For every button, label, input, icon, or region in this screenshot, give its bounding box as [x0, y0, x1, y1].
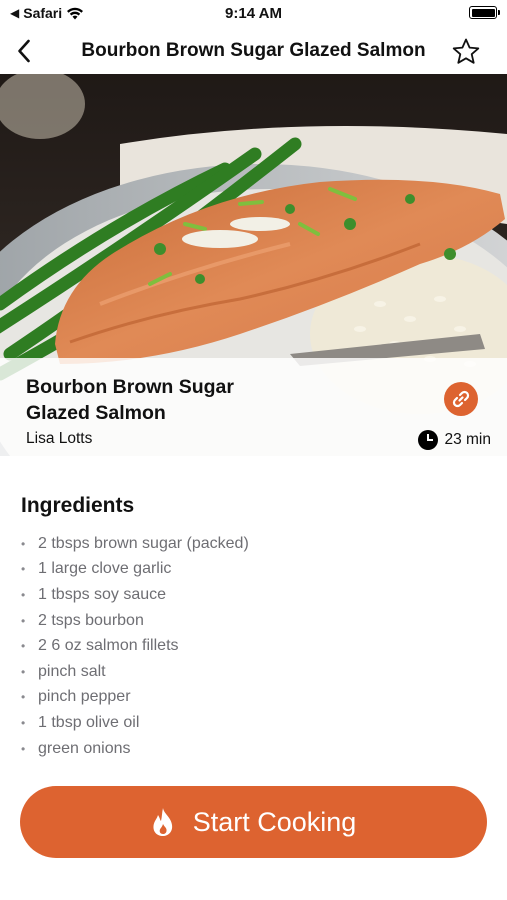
bullet: • — [21, 741, 26, 756]
ingredient-text: 1 tbsp olive oil — [38, 713, 140, 731]
recipe-time-label: 23 min — [444, 431, 491, 448]
ingredient-item: • 1 tbsp olive oil — [21, 710, 249, 736]
ingredient-text: pinch salt — [38, 662, 106, 680]
recipe-title: Bourbon Brown Sugar Glazed Salmon — [26, 376, 234, 424]
status-time: 9:14 AM — [225, 5, 282, 22]
recipe-hero: Bourbon Brown Sugar Glazed Salmon Lisa L… — [0, 74, 507, 456]
clock-icon — [418, 430, 439, 450]
battery-icon — [469, 6, 500, 19]
recipe-link-button[interactable] — [444, 382, 478, 416]
bullet: • — [21, 639, 26, 654]
chevron-left-icon — [18, 39, 30, 63]
start-cooking-label: Start Cooking — [192, 806, 357, 837]
bullet: • — [21, 690, 26, 705]
ingredient-item: • pinch salt — [21, 659, 249, 685]
ingredient-text: 1 tbsps soy sauce — [38, 585, 167, 603]
ingredient-text: 2 6 oz salmon fillets — [38, 637, 179, 655]
recipe-author: Lisa Lotts — [26, 430, 93, 447]
recipe-time: 23 min — [418, 430, 491, 450]
ingredient-item: • green onions — [21, 736, 249, 762]
ingredient-item: • 1 tbsps soy sauce — [21, 582, 249, 608]
back-button[interactable] — [10, 37, 38, 65]
ingredients-heading: Ingredients — [21, 494, 135, 517]
nav-title: Bourbon Brown Sugar Glazed Salmon — [81, 40, 426, 61]
ingredient-item: • 2 tsps bourbon — [21, 608, 249, 634]
start-cooking-button[interactable]: Start Cooking — [20, 786, 487, 858]
star-icon — [452, 38, 480, 64]
ingredient-item: • 2 tbsps brown sugar (packed) — [21, 531, 249, 557]
ingredient-text: 2 tsps bourbon — [38, 611, 144, 629]
bullet: • — [21, 715, 26, 730]
ingredient-text: 1 large clove garlic — [38, 560, 172, 578]
ingredients-list: • 2 tbsps brown sugar (packed) • 1 large c… — [21, 531, 249, 761]
nav-bar: Bourbon Brown Sugar Glazed Salmon — [0, 28, 507, 74]
recipe-info-overlay: Bourbon Brown Sugar Glazed Salmon Lisa L… — [0, 358, 507, 456]
flame-icon — [153, 808, 172, 836]
ingredient-item: • pinch pepper — [21, 685, 249, 711]
ingredient-item: • 1 large clove garlic — [21, 557, 249, 583]
ingredient-item: • 2 6 oz salmon fillets — [21, 633, 249, 659]
bullet: • — [21, 587, 26, 602]
favorite-button[interactable] — [451, 37, 481, 67]
bullet: • — [21, 562, 26, 577]
status-bar: ◀ Safari 9:14 AM — [0, 0, 507, 28]
ingredient-text: pinch pepper — [38, 688, 131, 706]
bullet: • — [21, 613, 26, 628]
bullet: • — [21, 536, 26, 551]
bullet: • — [21, 664, 26, 679]
ingredient-text: green onions — [38, 739, 131, 757]
ingredient-text: 2 tbsps brown sugar (packed) — [38, 534, 249, 552]
link-icon — [452, 390, 470, 408]
